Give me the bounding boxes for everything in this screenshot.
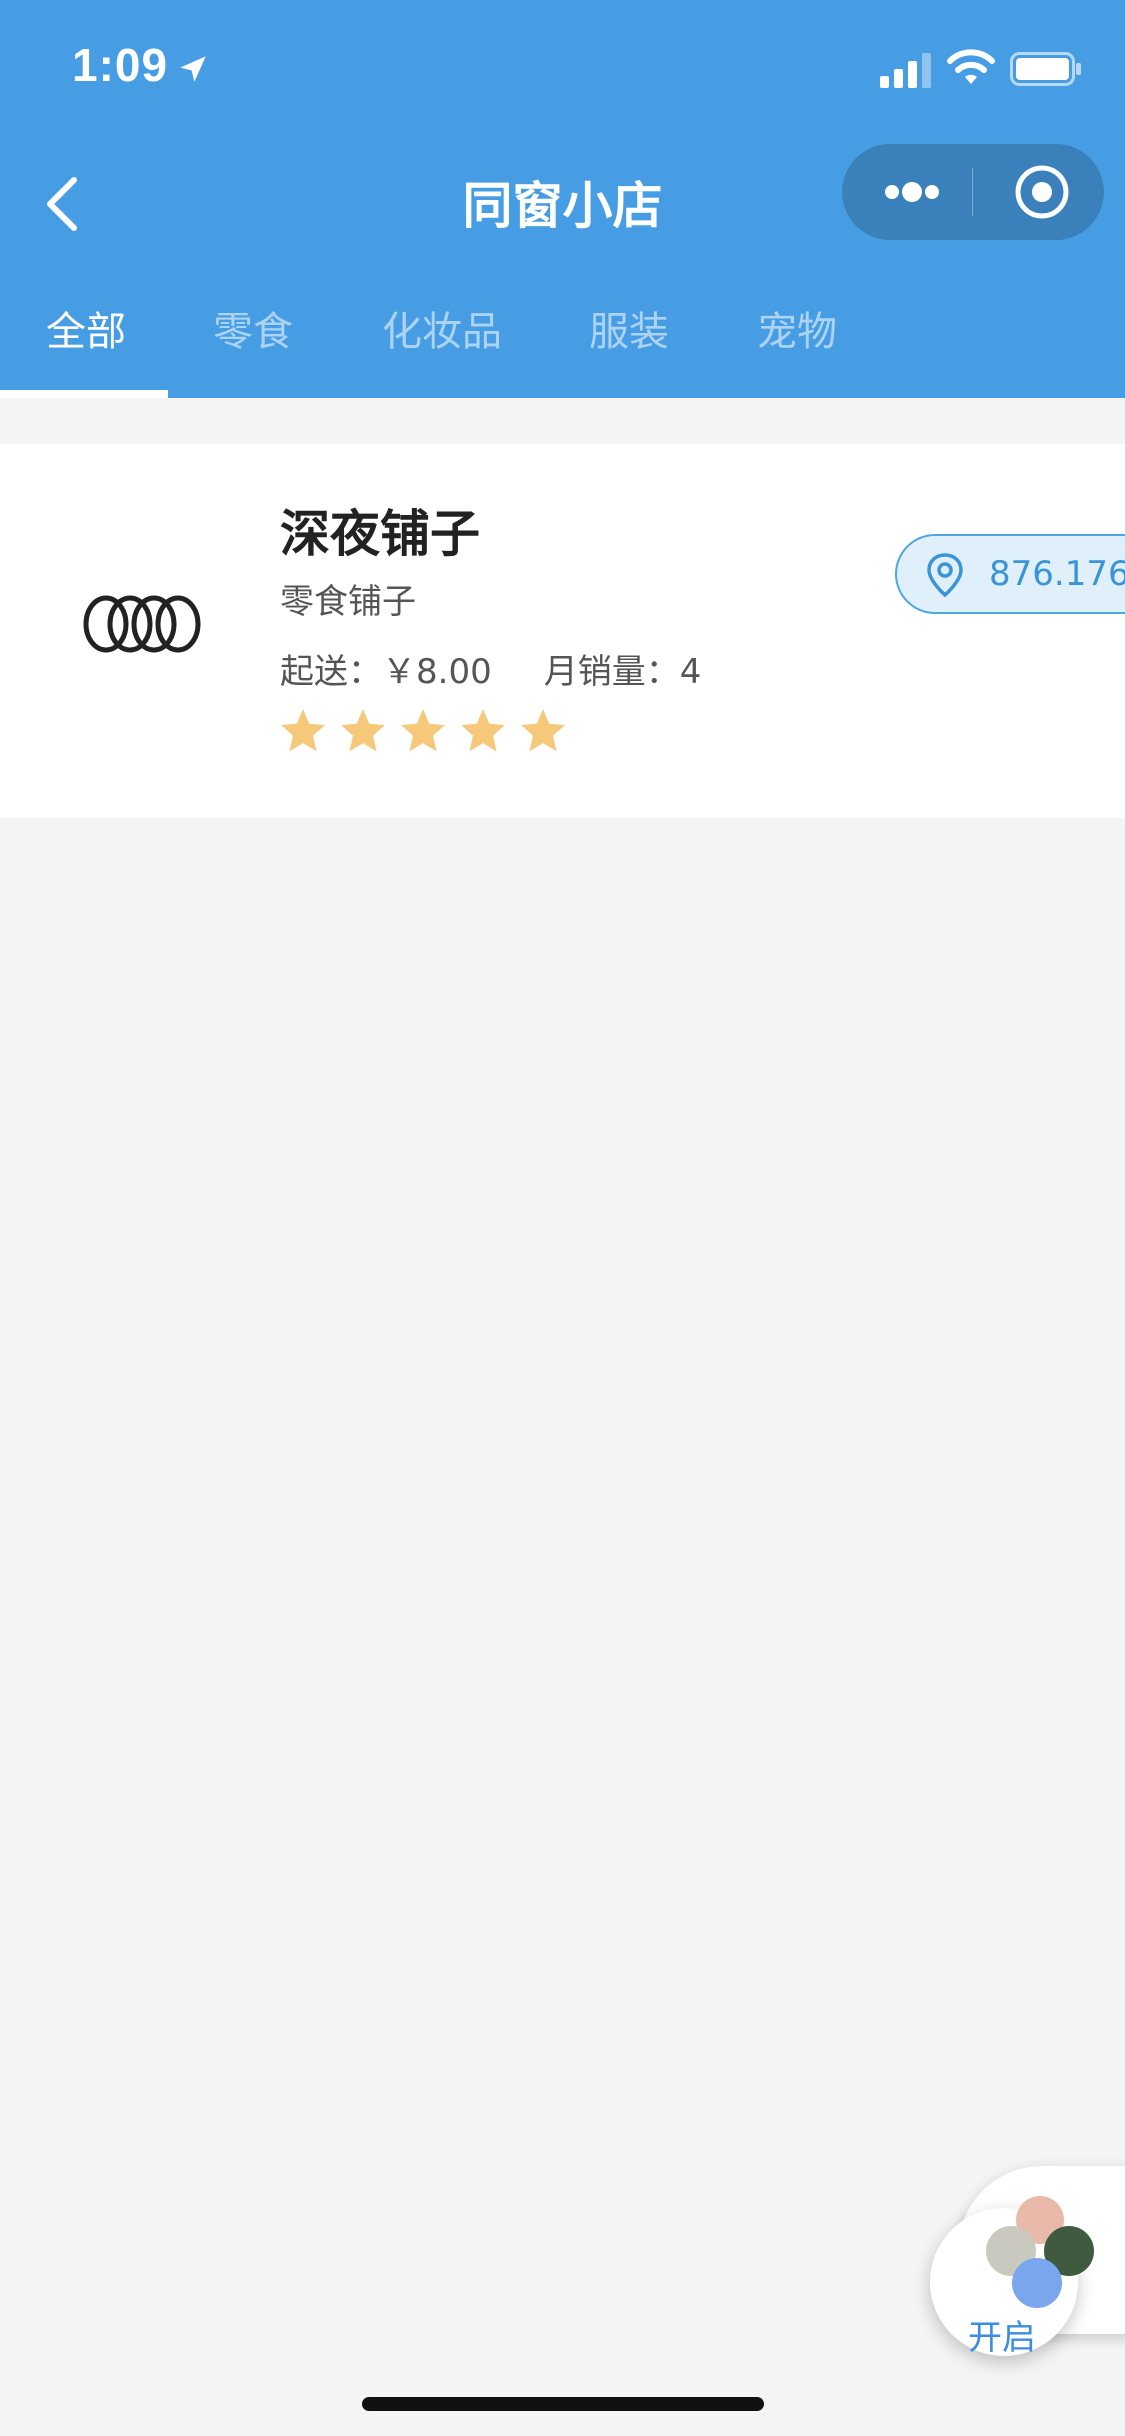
location-pin-icon [927, 553, 963, 598]
app-header: 1:09 同窗小店 全部 零食 化妆品 服装 宠物 [0, 0, 1125, 398]
shop-logo [83, 595, 201, 653]
capsule-divider [972, 168, 973, 216]
tab-clothing[interactable]: 服装 [589, 300, 669, 398]
min-delivery-price: 起送：￥8.00 [280, 652, 492, 692]
tab-pets[interactable]: 宠物 [757, 300, 837, 398]
star-icon [401, 709, 445, 752]
active-tab-indicator [0, 390, 168, 398]
battery-icon [1010, 52, 1081, 86]
navigation-bar: 同窗小店 [0, 140, 1125, 256]
location-arrow-icon [180, 56, 206, 82]
miniprogram-capsule [842, 144, 1104, 240]
close-miniprogram-icon[interactable] [1012, 162, 1072, 222]
floating-button-label: 开启 [968, 2318, 1036, 2358]
status-time: 1:09 [72, 39, 169, 91]
shop-name: 深夜铺子 [280, 505, 480, 563]
more-dots-icon[interactable] [880, 172, 984, 212]
tab-all[interactable]: 全部 [46, 300, 126, 398]
monthly-sales: 月销量：4 [543, 652, 702, 692]
status-bar: 1:09 [0, 0, 1125, 140]
tab-cosmetics[interactable]: 化妆品 [382, 300, 502, 398]
tab-snacks[interactable]: 零食 [213, 300, 293, 398]
star-icon [341, 709, 385, 752]
shop-meta: 起送：￥8.00 月销量：4 [280, 644, 701, 693]
shop-category: 零食铺子 [280, 582, 416, 622]
cellular-signal-icon [880, 53, 931, 88]
shop-list-item[interactable]: 深夜铺子 零食铺子 起送：￥8.00 月销量：4 [0, 444, 1125, 818]
star-icon [281, 709, 325, 752]
star-icon [521, 709, 565, 752]
home-indicator [362, 2397, 764, 2411]
distance-badge[interactable]: 876.176k [895, 534, 1125, 614]
distance-value: 876.176k [989, 554, 1125, 594]
star-icon [461, 709, 505, 752]
rating-stars [278, 706, 578, 760]
category-tabs: 全部 零食 化妆品 服装 宠物 [0, 300, 1125, 398]
chart-avatar-icon [1012, 2258, 1062, 2308]
wifi-icon [947, 49, 995, 84]
